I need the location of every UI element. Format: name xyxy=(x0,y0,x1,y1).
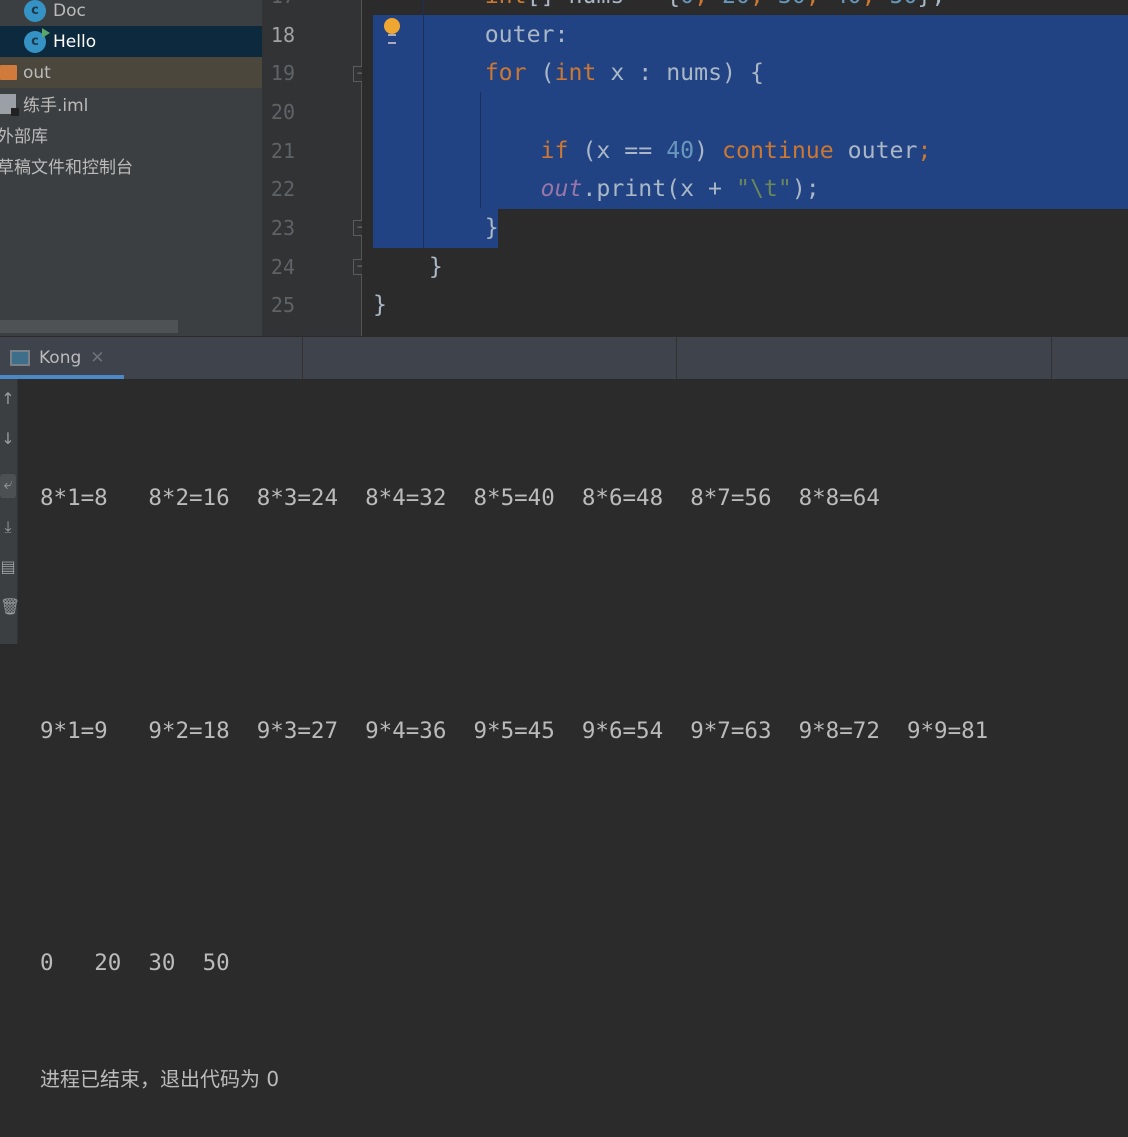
tree-item-iml[interactable]: 练手.iml xyxy=(0,88,262,119)
code-line-21: if (x == 40) continue outer; xyxy=(540,136,932,164)
tree-item-scratches[interactable]: 草稿文件和控制台 xyxy=(0,150,259,181)
soft-wrap-icon[interactable]: ⤶ xyxy=(0,474,16,498)
line-number: 18 xyxy=(270,22,295,47)
folder-icon xyxy=(0,65,17,80)
line-number: 24 xyxy=(270,254,295,279)
scroll-up-icon[interactable]: ↑ xyxy=(0,389,16,413)
line-number: 19 xyxy=(270,61,295,85)
code-line-17: int[] nums = {0, 20, 30, 40, 50}; xyxy=(373,0,946,16)
tree-item-label: 外部库 xyxy=(0,127,48,147)
code-line-18: outer: xyxy=(484,20,569,48)
tab-kong[interactable]: Kong ✕ xyxy=(0,337,124,379)
code-line-23: } xyxy=(484,214,499,241)
console-line: 9*1=9 9*2=18 9*3=27 9*4=36 9*5=45 9*6=54… xyxy=(40,717,989,744)
console-line: 0 20 30 50 xyxy=(40,949,257,976)
scroll-down-icon[interactable]: ↓ xyxy=(0,429,16,453)
close-icon[interactable]: ✕ xyxy=(90,348,104,368)
console-icon xyxy=(10,350,30,366)
print-icon[interactable]: ▤ xyxy=(0,557,16,581)
tree-item-label: Hello xyxy=(53,31,97,52)
tree-item-label: 草稿文件和控制台 xyxy=(0,158,133,178)
tree-item-out[interactable]: out xyxy=(0,57,262,88)
module-file-icon xyxy=(0,93,19,116)
tab-label: Kong xyxy=(39,348,82,368)
tree-item-label: Doc xyxy=(53,0,86,21)
horizontal-scrollbar[interactable] xyxy=(0,320,178,333)
delete-icon[interactable]: 🗑 xyxy=(0,597,20,621)
line-number: 23 xyxy=(270,216,295,240)
console-line: 8*1=8 8*2=16 8*3=24 8*4=32 8*5=40 8*6=48… xyxy=(40,485,880,512)
line-number: 17 xyxy=(271,0,295,16)
code-line-19: for (int x : nums) { xyxy=(484,59,764,86)
console-line: 进程已结束，退出代码为 0 xyxy=(40,1066,280,1091)
tree-item-label: 练手.iml xyxy=(23,96,89,116)
project-tree: c Doc c Hello out 练手.iml 外部库 草稿文件和控制台 xyxy=(0,0,262,336)
line-number: 20 xyxy=(270,100,295,124)
line-number: 22 xyxy=(270,177,295,201)
code-line-22: out.print(x + "\t"); xyxy=(540,175,820,202)
console-toolbar: ↑ ↓ ⤶ ⤓ ▤ 🗑 xyxy=(0,379,20,644)
line-number: 21 xyxy=(270,138,295,163)
tree-item-hello[interactable]: c Hello xyxy=(0,26,262,57)
run-tab-bar: Kong ✕ xyxy=(0,336,1128,379)
tree-item-label: out xyxy=(23,62,51,83)
tree-item-external-libraries[interactable]: 外部库 xyxy=(0,119,259,150)
scroll-to-end-icon[interactable]: ⤓ xyxy=(0,517,16,541)
code-editor[interactable]: int[] nums = {0, 20, 30, 40, 50}; outer:… xyxy=(362,0,1128,336)
console-output[interactable]: 8*1=8 8*2=16 8*3=24 8*4=32 8*5=40 8*6=48… xyxy=(40,402,988,1137)
java-class-icon: c xyxy=(24,0,46,22)
code-line-25: } xyxy=(373,291,387,318)
line-number-gutter: 17 18 19 20 21 22 23 24 25 − − − xyxy=(262,0,369,336)
code-line-24: } xyxy=(428,252,443,280)
line-number: 25 xyxy=(270,293,295,317)
java-class-run-icon: c xyxy=(24,27,50,53)
tree-item-doc[interactable]: c Doc xyxy=(0,0,262,26)
